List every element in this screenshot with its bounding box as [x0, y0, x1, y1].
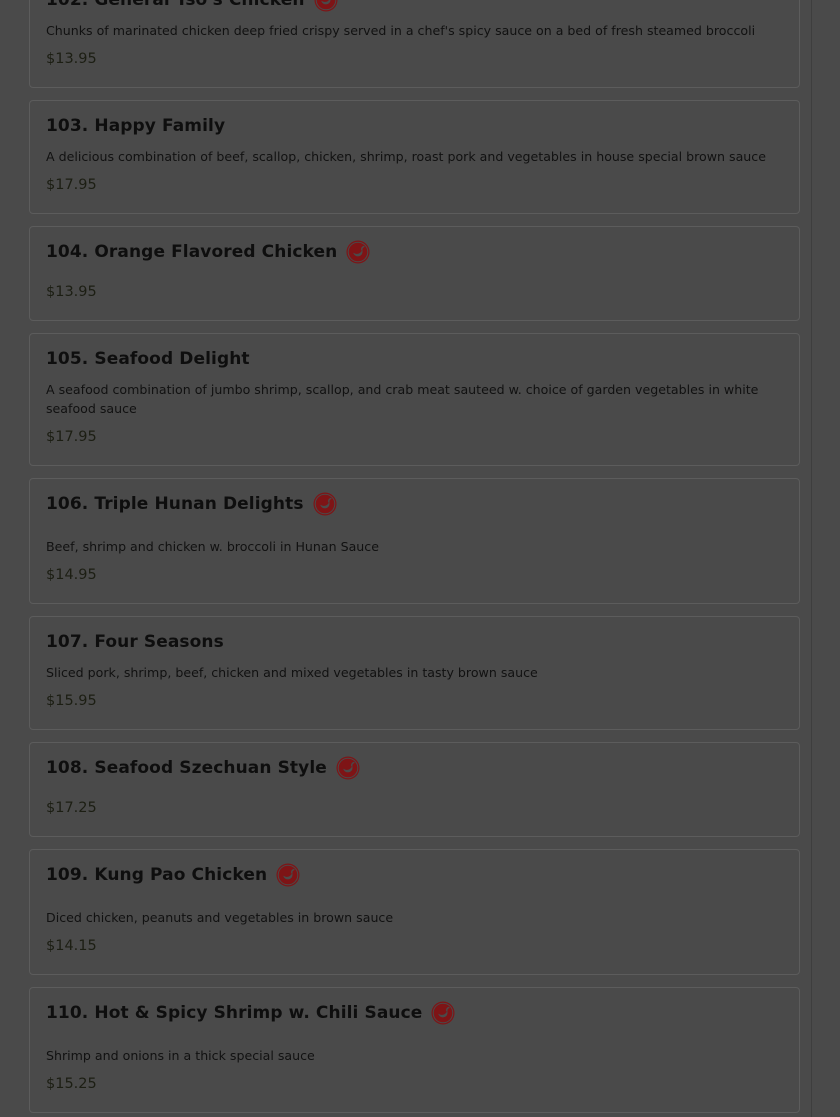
menu-item-card[interactable]: 110. Hot & Spicy Shrimp w. Chili Sauce S…	[29, 987, 800, 1113]
menu-item-description: Chunks of marinated chicken deep fried c…	[46, 23, 756, 38]
menu-item-description: A seafood combination of jumbo shrimp, s…	[46, 382, 759, 416]
menu-item-card[interactable]: 106. Triple Hunan Delights Beef, shrimp …	[29, 478, 800, 604]
menu-item-title: 110. Hot & Spicy Shrimp w. Chili Sauce	[46, 1003, 423, 1023]
page-divider	[811, 0, 812, 1117]
spicy-pepper-icon	[314, 0, 338, 12]
menu-item-price: $15.25	[46, 1076, 97, 1092]
spicy-pepper-icon	[431, 1001, 455, 1025]
menu-item-header: 105. Seafood Delight	[46, 334, 783, 370]
menu-item-price: $13.95	[46, 284, 97, 300]
menu-item-title: 106. Triple Hunan Delights	[46, 494, 304, 514]
spicy-pepper-icon	[276, 863, 300, 887]
menu-item-title: 102. General Tso's Chicken	[46, 0, 305, 10]
menu-item-price: $13.95	[46, 51, 97, 67]
menu-item-description: A delicious combination of beef, scallop…	[46, 149, 766, 164]
menu-item-header: 108. Seafood Szechuan Style	[46, 743, 783, 780]
menu-item-header: 106. Triple Hunan Delights	[46, 479, 783, 516]
menu-item-price: $15.95	[46, 693, 97, 709]
menu-item-price: $14.95	[46, 567, 97, 583]
menu-item-description: Sliced pork, shrimp, beef, chicken and m…	[46, 665, 538, 680]
menu-item-title: 107. Four Seasons	[46, 632, 224, 652]
menu-item-header: 109. Kung Pao Chicken	[46, 850, 783, 887]
menu-item-card[interactable]: 107. Four Seasons Sliced pork, shrimp, b…	[29, 616, 800, 730]
menu-item-title: 108. Seafood Szechuan Style	[46, 758, 327, 778]
menu-item-description: Shrimp and onions in a thick special sau…	[46, 1048, 315, 1063]
menu-item-title: 104. Orange Flavored Chicken	[46, 242, 338, 262]
menu-item-card[interactable]: 105. Seafood Delight A seafood combinati…	[29, 333, 800, 466]
menu-item-price: $17.25	[46, 800, 97, 816]
menu-item-header: 104. Orange Flavored Chicken	[46, 227, 783, 264]
menu-item-card[interactable]: 108. Seafood Szechuan Style $17.25	[29, 742, 800, 837]
menu-item-header: 107. Four Seasons	[46, 617, 783, 653]
spicy-pepper-icon	[313, 492, 337, 516]
menu-item-description: Diced chicken, peanuts and vegetables in…	[46, 910, 394, 925]
menu-item-card[interactable]: 103. Happy Family A delicious combinatio…	[29, 100, 800, 214]
menu-item-list: 102. General Tso's Chicken Chunks of mar…	[29, 0, 800, 1117]
menu-item-header: 102. General Tso's Chicken	[46, 0, 783, 12]
menu-item-title: 105. Seafood Delight	[46, 349, 250, 369]
menu-page: 102. General Tso's Chicken Chunks of mar…	[0, 0, 840, 1117]
spicy-pepper-icon	[336, 756, 360, 780]
menu-item-price: $17.95	[46, 429, 97, 445]
menu-item-card[interactable]: 104. Orange Flavored Chicken $13.95	[29, 226, 800, 321]
menu-item-price: $14.15	[46, 938, 97, 954]
menu-item-card[interactable]: 109. Kung Pao Chicken Diced chicken, pea…	[29, 849, 800, 975]
menu-item-header: 103. Happy Family	[46, 101, 783, 137]
menu-item-title: 103. Happy Family	[46, 116, 226, 136]
menu-item-card[interactable]: 102. General Tso's Chicken Chunks of mar…	[29, 0, 800, 88]
menu-item-title: 109. Kung Pao Chicken	[46, 865, 268, 885]
menu-item-description: Beef, shrimp and chicken w. broccoli in …	[46, 539, 379, 554]
menu-item-price: $17.95	[46, 177, 97, 193]
spicy-pepper-icon	[346, 240, 370, 264]
menu-item-header: 110. Hot & Spicy Shrimp w. Chili Sauce	[46, 988, 783, 1025]
